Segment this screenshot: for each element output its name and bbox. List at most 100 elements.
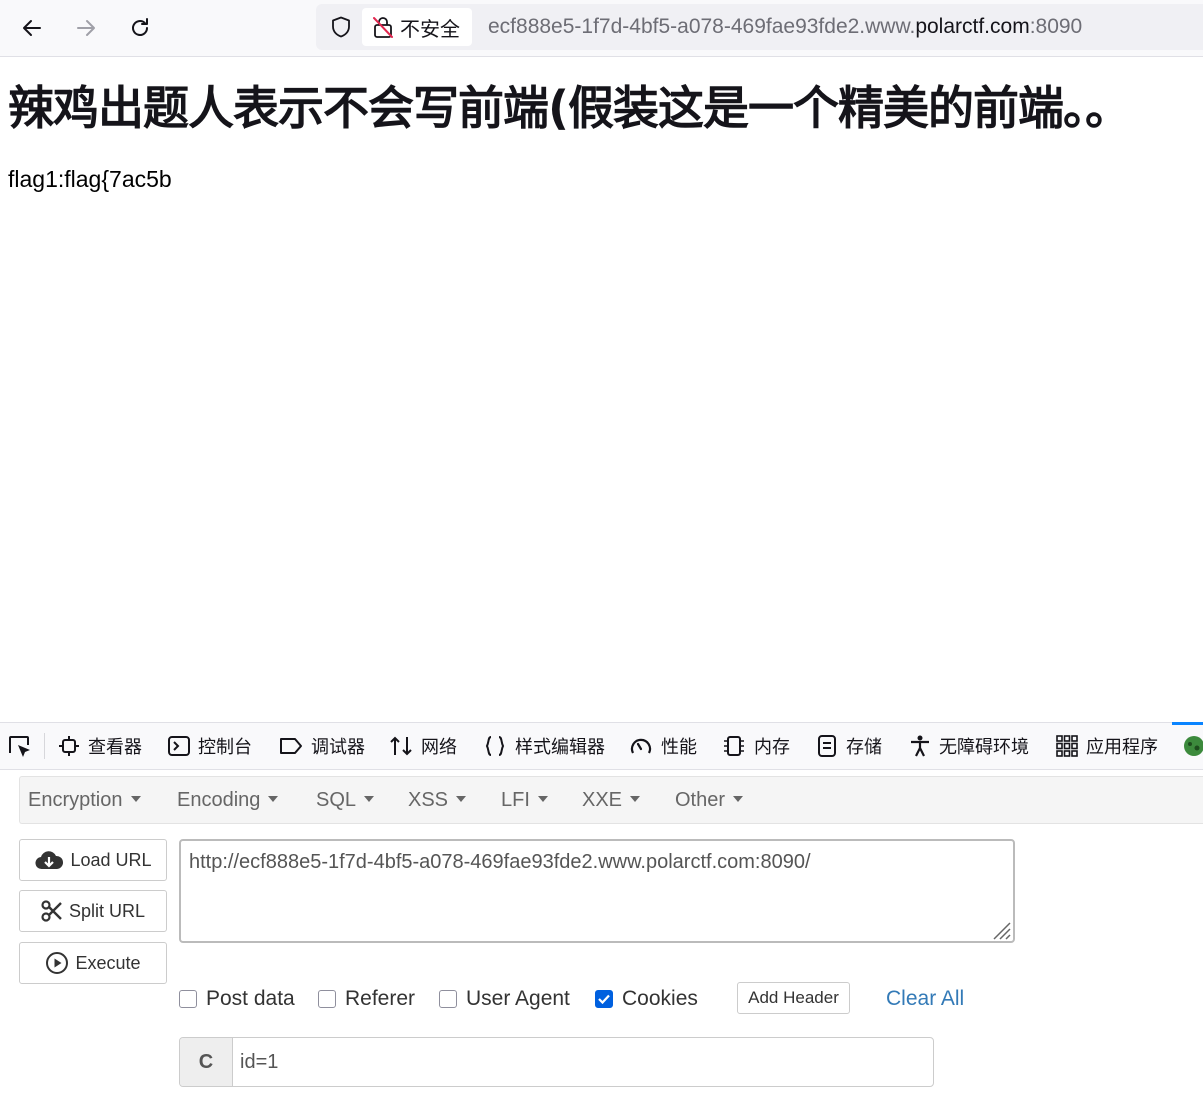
- caret-down-icon: [268, 795, 279, 802]
- tab-label: 性能: [661, 737, 697, 758]
- reload-button[interactable]: [120, 8, 160, 48]
- execute-button[interactable]: Execute: [19, 942, 167, 984]
- resize-grip-icon[interactable]: [989, 918, 1011, 940]
- shield-icon: [332, 16, 350, 38]
- caret-down-icon: [733, 795, 744, 802]
- menu-label: LFI: [501, 789, 530, 811]
- add-header-button[interactable]: Add Header: [737, 982, 850, 1014]
- referer-label: Referer: [345, 987, 416, 1010]
- user-agent-option[interactable]: User Agent: [439, 984, 570, 1014]
- arrow-left-icon: [23, 20, 41, 36]
- arrow-right-icon: [77, 20, 95, 36]
- tab-debugger[interactable]: 调试器: [279, 723, 365, 769]
- url-display[interactable]: ecf888e5-1f7d-4bf5-a078-469fae93fde2.www…: [488, 4, 1082, 50]
- cookie-input[interactable]: id=1: [240, 1038, 278, 1086]
- post-data-option[interactable]: Post data: [179, 984, 295, 1014]
- performance-icon: [630, 738, 652, 754]
- post-data-label: Post data: [206, 987, 295, 1010]
- tab-inspector[interactable]: 查看器: [58, 723, 142, 769]
- reload-icon: [132, 18, 148, 36]
- cookie-input-group: C id=1: [179, 1037, 934, 1087]
- menu-encryption[interactable]: Encryption: [28, 777, 141, 823]
- network-icon: [390, 736, 412, 756]
- cookies-label: Cookies: [622, 987, 698, 1010]
- split-url-label: Split URL: [68, 900, 146, 921]
- caret-down-icon: [456, 795, 467, 802]
- tab-label: 无障碍环境: [939, 737, 1029, 758]
- user-agent-label: User Agent: [466, 987, 570, 1010]
- menu-encoding[interactable]: Encoding: [177, 777, 279, 823]
- cookies-checkbox[interactable]: [595, 990, 613, 1008]
- menu-xxe[interactable]: XXE: [582, 777, 641, 823]
- tab-performance[interactable]: 性能: [629, 723, 697, 769]
- devtools-tabbar: 查看器 控制台 调试器 网络 样式编辑器 性能 内存 存储 无障碍环境 应用程序: [0, 722, 1203, 770]
- style-editor-icon: [485, 736, 505, 756]
- cookies-option[interactable]: Cookies: [595, 984, 698, 1014]
- inspector-icon: [59, 736, 79, 756]
- play-circle-icon: [46, 952, 69, 974]
- tab-label: 应用程序: [1086, 737, 1158, 758]
- caret-down-icon: [364, 795, 375, 802]
- url-port: :8090: [1029, 15, 1083, 38]
- post-data-checkbox[interactable]: [179, 990, 197, 1008]
- tab-memory[interactable]: 内存: [722, 723, 790, 769]
- tab-console[interactable]: 控制台: [168, 723, 252, 769]
- referer-option[interactable]: Referer: [318, 984, 415, 1014]
- insecure-lock-icon: [373, 17, 393, 38]
- menu-label: Encryption: [28, 789, 123, 811]
- tab-separator: [44, 733, 45, 759]
- tab-network[interactable]: 网络: [389, 723, 457, 769]
- tab-label: 调试器: [311, 737, 365, 758]
- console-icon: [168, 736, 190, 756]
- caret-down-icon: [537, 795, 548, 802]
- execute-label: Execute: [75, 952, 141, 973]
- user-agent-checkbox[interactable]: [439, 990, 457, 1008]
- tab-label: 查看器: [88, 737, 142, 758]
- scissors-icon: [41, 900, 62, 922]
- tab-style-editor[interactable]: 样式编辑器: [483, 723, 605, 769]
- hackbar-menu: Encryption Encoding SQL XSS LFI XXE Othe…: [19, 776, 1203, 824]
- back-button[interactable]: [12, 8, 52, 48]
- load-url-label: Load URL: [70, 849, 152, 870]
- tab-label: 样式编辑器: [515, 737, 605, 758]
- flag-text: flag1:flag{7ac5b: [8, 166, 172, 192]
- caret-down-icon: [130, 795, 141, 802]
- tab-label: 内存: [754, 737, 790, 758]
- menu-label: SQL: [316, 789, 357, 811]
- url-prefix: ecf888e5-1f7d-4bf5-a078-469fae93fde2.www…: [488, 15, 916, 38]
- url-domain: polarctf.com: [915, 15, 1030, 38]
- debugger-icon: [280, 738, 302, 754]
- storage-icon: [818, 735, 836, 757]
- browser-toolbar: 不安全 ecf888e5-1f7d-4bf5-a078-469fae93fde2…: [0, 0, 1203, 57]
- application-icon: [1056, 735, 1078, 757]
- memory-icon: [724, 736, 744, 756]
- forward-button[interactable]: [66, 8, 106, 48]
- menu-xss[interactable]: XSS: [408, 777, 467, 823]
- menu-label: XSS: [408, 789, 449, 811]
- accessibility-icon: [911, 735, 929, 757]
- menu-other[interactable]: Other: [675, 777, 744, 823]
- split-url-button[interactable]: Split URL: [19, 890, 167, 932]
- insecure-label: 不安全: [400, 18, 460, 41]
- referer-checkbox[interactable]: [318, 990, 336, 1008]
- address-bar[interactable]: 不安全 ecf888e5-1f7d-4bf5-a078-469fae93fde2…: [316, 4, 1203, 50]
- active-tab-indicator: [1172, 722, 1203, 725]
- element-picker-icon[interactable]: [6, 733, 34, 761]
- tracking-protection-button[interactable]: [324, 10, 358, 44]
- page-heading: 辣鸡出题人表示不会写前端(假装这是一个精美的前端。。: [8, 81, 1131, 135]
- tab-label: 存储: [846, 737, 882, 758]
- menu-lfi[interactable]: LFI: [501, 777, 548, 823]
- load-url-button[interactable]: Load URL: [19, 839, 167, 881]
- tab-application[interactable]: 应用程序: [1056, 723, 1158, 769]
- tab-storage[interactable]: 存储: [816, 723, 882, 769]
- cloud-download-icon: [35, 851, 64, 870]
- menu-sql[interactable]: SQL: [316, 777, 375, 823]
- menu-label: XXE: [582, 789, 623, 811]
- tab-accessibility[interactable]: 无障碍环境: [909, 723, 1029, 769]
- url-textarea[interactable]: http://ecf888e5-1f7d-4bf5-a078-469fae93f…: [179, 839, 1015, 943]
- menu-label: Other: [675, 789, 726, 811]
- tab-hackbar[interactable]: [1183, 723, 1203, 769]
- clear-all-link[interactable]: Clear All: [886, 984, 964, 1014]
- site-security-badge[interactable]: 不安全: [362, 8, 472, 46]
- tab-label: 控制台: [198, 737, 252, 758]
